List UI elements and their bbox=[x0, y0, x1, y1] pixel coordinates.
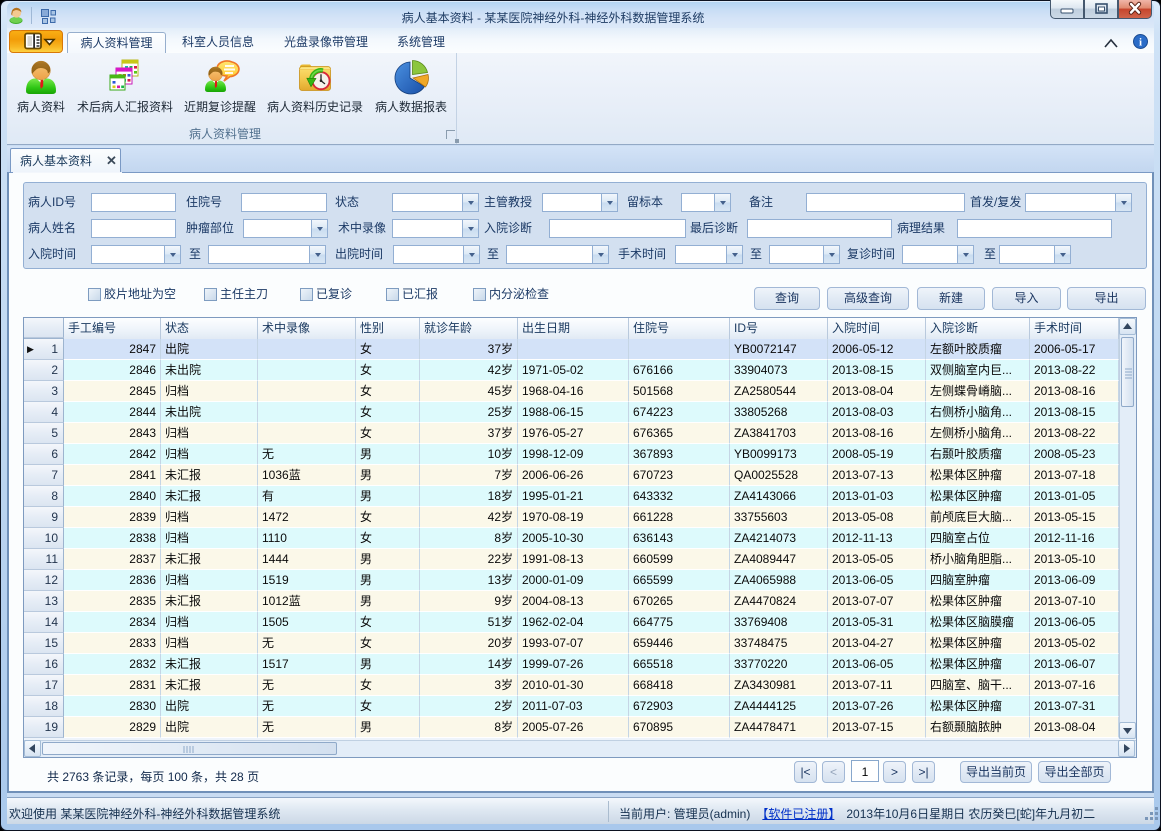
svg-text:i: i bbox=[1139, 37, 1142, 49]
